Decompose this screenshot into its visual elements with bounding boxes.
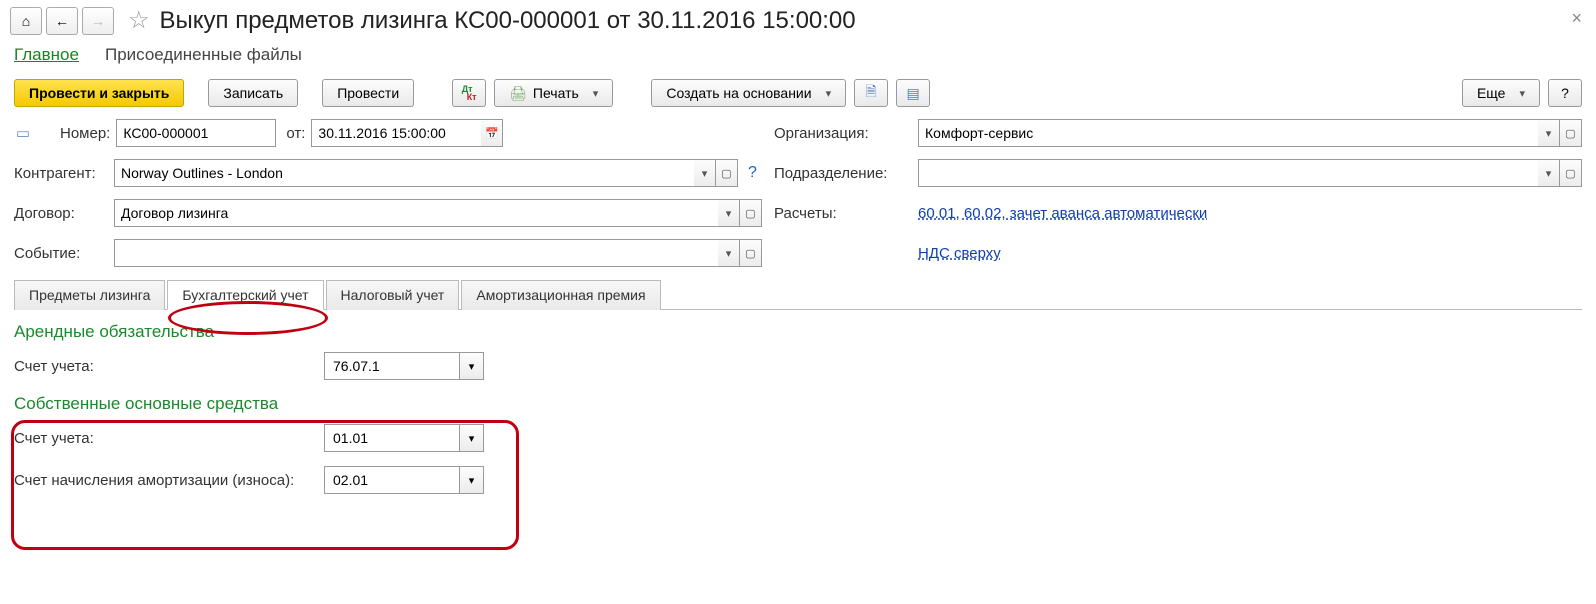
document-icon: 🗎 (865, 81, 876, 105)
post-and-close-button[interactable]: Провести и закрыть (14, 79, 184, 107)
open-icon[interactable]: ▢ (716, 159, 738, 187)
more-button[interactable]: Еще (1462, 79, 1540, 107)
date-field[interactable] (311, 119, 481, 147)
section-own-fixed-assets: Собственные основные средства (14, 394, 1582, 414)
settlements-link[interactable]: 60.01, 60.02, зачет аванса автоматически (918, 205, 1207, 222)
help-hint-icon[interactable]: ? (748, 164, 757, 182)
create-based-on-button[interactable]: Создать на основании (651, 79, 846, 107)
nav-forward-button[interactable]: → (82, 7, 114, 35)
tab-depreciation-bonus[interactable]: Амортизационная премия (461, 280, 660, 310)
note-icon[interactable]: ▭ (14, 124, 32, 142)
division-field[interactable] (918, 159, 1538, 187)
tab-tax[interactable]: Налоговый учет (326, 280, 460, 310)
number-field[interactable] (116, 119, 276, 147)
section-rental-obligations: Арендные обязательства (14, 322, 1582, 342)
home-icon: ⌂ (22, 13, 30, 29)
movements-button[interactable]: Дт Кт (452, 79, 486, 107)
create-based-on-label: Создать на основании (666, 85, 811, 101)
contragent-label: Контрагент: (14, 165, 108, 182)
account-label-2: Счет учета: (14, 430, 324, 447)
arrow-left-icon: ← (55, 13, 69, 29)
home-button[interactable]: ⌂ (10, 7, 42, 35)
arrow-right-icon: → (91, 13, 105, 29)
help-button[interactable]: ? (1548, 79, 1582, 107)
event-field[interactable] (114, 239, 718, 267)
account-label-1: Счет учета: (14, 358, 324, 375)
write-button[interactable]: Записать (208, 79, 298, 107)
dtkt-icon: Дт Кт (462, 85, 477, 101)
nav-attached-files[interactable]: Присоединенные файлы (105, 45, 302, 65)
organization-label: Организация: (774, 125, 912, 142)
related-docs-button[interactable]: 🗎 (854, 79, 888, 107)
header-bar: ⌂ ← → ☆ Выкуп предметов лизинга КС00-000… (0, 0, 1596, 37)
dropdown-icon[interactable]: ▾ (460, 466, 484, 494)
calendar-icon[interactable]: 📅 (481, 119, 503, 147)
dropdown-icon[interactable]: ▾ (460, 424, 484, 452)
contragent-field[interactable] (114, 159, 694, 187)
number-label: Номер: (60, 125, 110, 142)
list-icon: ▤ (906, 85, 919, 102)
depreciation-account-field[interactable] (324, 466, 460, 494)
open-icon[interactable]: ▢ (1560, 159, 1582, 187)
settlements-label: Расчеты: (774, 205, 912, 222)
structure-button[interactable]: ▤ (896, 79, 930, 107)
contract-field[interactable] (114, 199, 718, 227)
sub-tabs: Предметы лизинга Бухгалтерский учет Нало… (14, 279, 1582, 310)
print-button[interactable]: 🖨 Печать (494, 79, 613, 107)
account-field-rental[interactable] (324, 352, 460, 380)
tab-leasing-items[interactable]: Предметы лизинга (14, 280, 165, 310)
close-icon[interactable]: × (1571, 8, 1582, 29)
tab-accounting[interactable]: Бухгалтерский учет (167, 280, 323, 310)
toolbar: Провести и закрыть Записать Провести Дт … (0, 71, 1596, 119)
division-label: Подразделение: (774, 165, 912, 182)
open-icon[interactable]: ▢ (1560, 119, 1582, 147)
post-button[interactable]: Провести (322, 79, 414, 107)
dropdown-icon[interactable]: ▾ (1538, 119, 1560, 147)
open-icon[interactable]: ▢ (740, 199, 762, 227)
nav-back-button[interactable]: ← (46, 7, 78, 35)
favorite-star-icon[interactable]: ☆ (128, 6, 150, 35)
contract-label: Договор: (14, 205, 108, 222)
printer-icon: 🖨 (509, 85, 527, 102)
open-icon[interactable]: ▢ (740, 239, 762, 267)
dropdown-icon[interactable]: ▾ (718, 239, 740, 267)
event-label: Событие: (14, 245, 108, 262)
dropdown-icon[interactable]: ▾ (1538, 159, 1560, 187)
organization-field[interactable] (918, 119, 1538, 147)
depreciation-account-label: Счет начисления амортизации (износа): (14, 472, 324, 489)
more-label: Еще (1477, 85, 1506, 101)
page-title: Выкуп предметов лизинга КС00-000001 от 3… (160, 7, 856, 35)
nav-pages: Главное Присоединенные файлы (0, 37, 1596, 71)
nav-main[interactable]: Главное (14, 45, 79, 65)
vat-link[interactable]: НДС сверху (918, 245, 1001, 262)
dropdown-icon[interactable]: ▾ (718, 199, 740, 227)
date-label: от: (286, 125, 305, 142)
dropdown-icon[interactable]: ▾ (460, 352, 484, 380)
form-area: ▭ Номер: от: 📅 Организация: ▾ ▢ Контраге… (0, 119, 1596, 494)
print-label: Печать (533, 85, 579, 101)
dropdown-icon[interactable]: ▾ (694, 159, 716, 187)
account-field-own-asset[interactable] (324, 424, 460, 452)
